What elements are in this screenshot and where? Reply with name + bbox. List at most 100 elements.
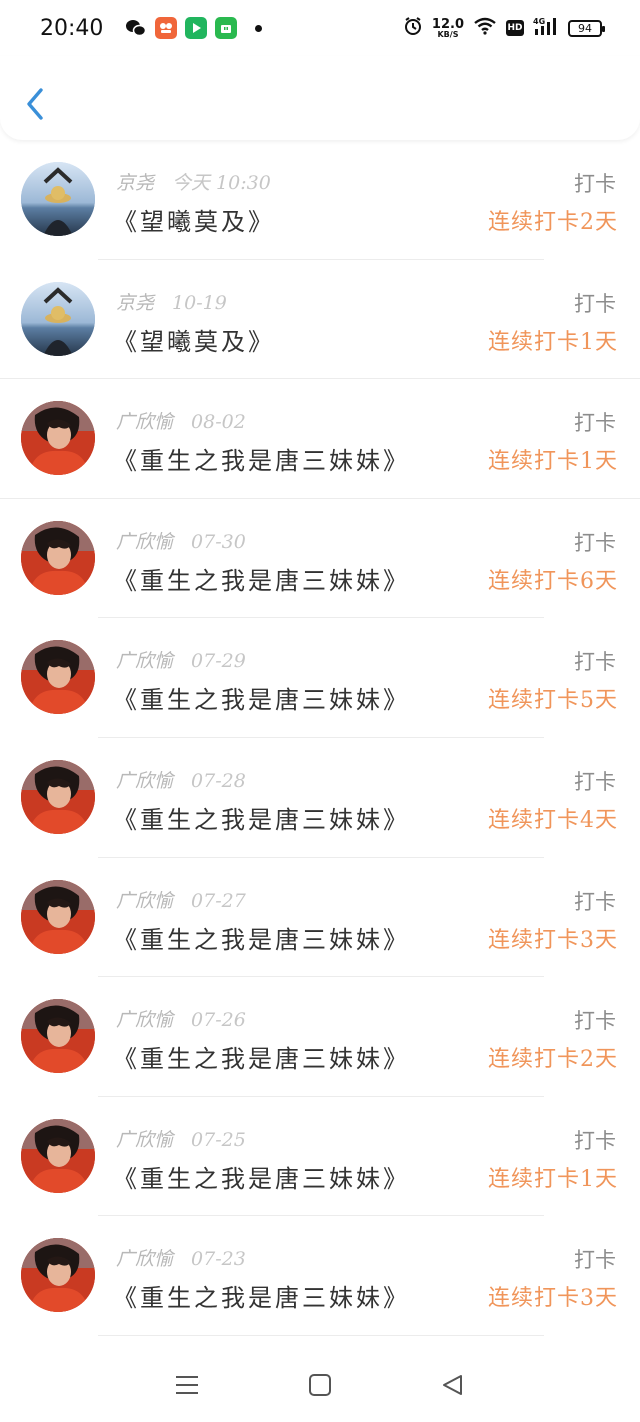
record-row[interactable]: 广欣愉 07-27 《重生之我是唐三妹妹》 打卡 连续打卡3天 [0, 858, 640, 978]
svg-text:4G: 4G [533, 17, 545, 26]
chevron-left-icon [27, 88, 43, 120]
record-meta: 广欣愉 07-23 [116, 1244, 246, 1271]
video-app-icon [155, 17, 178, 39]
home-square-icon [308, 1374, 331, 1396]
checkin-label: 打卡 [574, 530, 616, 555]
book-title: 《望曦莫及》 [113, 327, 275, 356]
record-time: 07-28 [191, 769, 246, 792]
record-time: 今天 10:30 [172, 172, 271, 194]
user-avatar[interactable] [21, 999, 95, 1074]
notification-icons [125, 17, 263, 39]
streak-count: 连续打卡5天 [488, 688, 618, 714]
record-meta: 广欣愉 08-02 [116, 407, 246, 434]
battery-indicator: 94 [568, 19, 605, 37]
user-name: 广欣愉 [116, 650, 174, 673]
user-avatar[interactable] [21, 1118, 95, 1193]
record-time: 07-23 [191, 1248, 246, 1271]
system-navigation-bar [0, 1348, 640, 1422]
user-avatar[interactable] [21, 401, 95, 476]
checkin-label: 打卡 [574, 172, 616, 196]
record-row[interactable]: 广欣愉 07-23 《重生之我是唐三妹妹》 打卡 连续打卡3天 [0, 1216, 640, 1336]
checkin-label: 打卡 [574, 650, 616, 675]
top-app-bar [0, 56, 640, 140]
record-meta: 京尧 今天 10:30 [116, 168, 271, 195]
streak-count: 连续打卡1天 [488, 449, 618, 475]
record-time: 07-30 [191, 530, 246, 553]
checkin-label: 打卡 [574, 1009, 616, 1034]
book-title: 《重生之我是唐三妹妹》 [113, 925, 410, 954]
book-title: 《重生之我是唐三妹妹》 [113, 1164, 410, 1193]
book-title: 《重生之我是唐三妹妹》 [113, 686, 410, 715]
wifi-icon [473, 17, 497, 39]
streak-count: 连续打卡3天 [488, 927, 618, 953]
streak-count: 连续打卡3天 [488, 1286, 618, 1312]
record-row[interactable]: 广欣愉 07-29 《重生之我是唐三妹妹》 打卡连续打卡5天 [0, 618, 640, 738]
streak-count: 连续打卡1天 [488, 1166, 618, 1192]
record-row[interactable]: 京尧 今天 10:30 《望曦莫及》 打卡连续打卡2天 [0, 140, 640, 260]
user-name: 广欣愉 [116, 1009, 174, 1032]
streak-count: 连续打卡1天 [488, 329, 618, 355]
back-button[interactable] [20, 84, 50, 124]
more-notifications-dot [255, 24, 263, 32]
user-avatar[interactable] [21, 879, 95, 954]
streak-count: 连续打卡2天 [488, 1047, 618, 1073]
user-avatar[interactable] [21, 520, 95, 595]
book-title: 《重生之我是唐三妹妹》 [113, 805, 410, 834]
system-back-button[interactable] [433, 1365, 473, 1405]
record-time: 07-27 [191, 889, 246, 912]
record-row[interactable]: 广欣愉 07-30 《重生之我是唐三妹妹》 打卡连续打卡6天 [0, 499, 640, 619]
record-meta: 广欣愉 07-26 [116, 1005, 246, 1032]
wechat-icon [125, 17, 147, 39]
checkin-label: 打卡 [574, 769, 616, 794]
signal-icon: 4G [533, 16, 559, 40]
record-time: 07-25 [191, 1128, 246, 1151]
book-title: 《重生之我是唐三妹妹》 [113, 566, 410, 595]
menu-button[interactable] [167, 1365, 207, 1405]
record-row[interactable]: 广欣愉 07-26 《重生之我是唐三妹妹》 打卡连续打卡2天 [0, 977, 640, 1097]
store-app-icon [215, 17, 238, 39]
record-meta: 广欣愉 07-30 [116, 527, 246, 554]
user-avatar[interactable] [21, 759, 95, 834]
record-row[interactable]: 京尧 10-19 《望曦莫及》 打卡连续打卡1天 [0, 260, 640, 380]
record-row[interactable]: 广欣愉 08-02 《重生之我是唐三妹妹》 打卡 连续打卡1天 [0, 379, 640, 499]
status-time: 20:40 [40, 15, 104, 41]
record-time: 08-02 [191, 411, 246, 434]
user-name: 广欣愉 [116, 889, 174, 912]
user-name: 京尧 [116, 172, 155, 194]
streak-count: 连续打卡4天 [488, 807, 618, 833]
user-name: 广欣愉 [116, 530, 174, 553]
user-name: 京尧 [116, 291, 155, 314]
user-avatar[interactable] [21, 1238, 95, 1313]
book-title: 《重生之我是唐三妹妹》 [113, 1045, 410, 1074]
user-name: 广欣愉 [116, 1128, 174, 1151]
network-speed: 12.0 KB/S [431, 16, 464, 39]
record-meta: 广欣愉 07-29 [116, 646, 246, 673]
status-bar: 20:40 12.0 KB/S HD 4G 94 [0, 0, 640, 56]
user-name: 广欣愉 [116, 769, 174, 792]
record-row[interactable]: 广欣愉 07-25 《重生之我是唐三妹妹》 打卡 连续打卡1天 [0, 1097, 640, 1217]
record-row[interactable]: 广欣愉 07-28 《重生之我是唐三妹妹》 打卡连续打卡4天 [0, 738, 640, 858]
menu-icon [175, 1376, 198, 1394]
user-avatar[interactable] [21, 162, 95, 236]
user-name: 广欣愉 [116, 1248, 174, 1271]
record-meta: 京尧 10-19 [116, 288, 227, 315]
streak-count: 连续打卡2天 [488, 210, 618, 235]
back-triangle-icon [443, 1375, 463, 1395]
record-meta: 广欣愉 07-27 [116, 886, 246, 913]
checkin-label: 打卡 [574, 1248, 616, 1273]
user-avatar[interactable] [21, 640, 95, 715]
checkin-record-list: 京尧 今天 10:30 《望曦莫及》 打卡 连续打卡2天 京尧 10-19 《望曦莫及》 打卡连… [0, 140, 640, 1336]
record-time: 07-29 [191, 650, 246, 673]
user-avatar[interactable] [21, 281, 95, 356]
alarm-icon [403, 16, 423, 40]
home-button[interactable] [300, 1365, 340, 1405]
user-name: 广欣愉 [116, 411, 174, 434]
play-app-icon [185, 17, 208, 39]
streak-count: 连续打卡6天 [488, 568, 618, 594]
record-time: 07-26 [191, 1009, 246, 1032]
system-icons: 12.0 KB/S HD 4G 94 [403, 16, 605, 40]
checkin-label: 打卡 [574, 291, 616, 316]
row-divider [98, 1334, 544, 1336]
record-time: 10-19 [172, 291, 227, 314]
book-title: 《望曦莫及》 [113, 208, 275, 236]
